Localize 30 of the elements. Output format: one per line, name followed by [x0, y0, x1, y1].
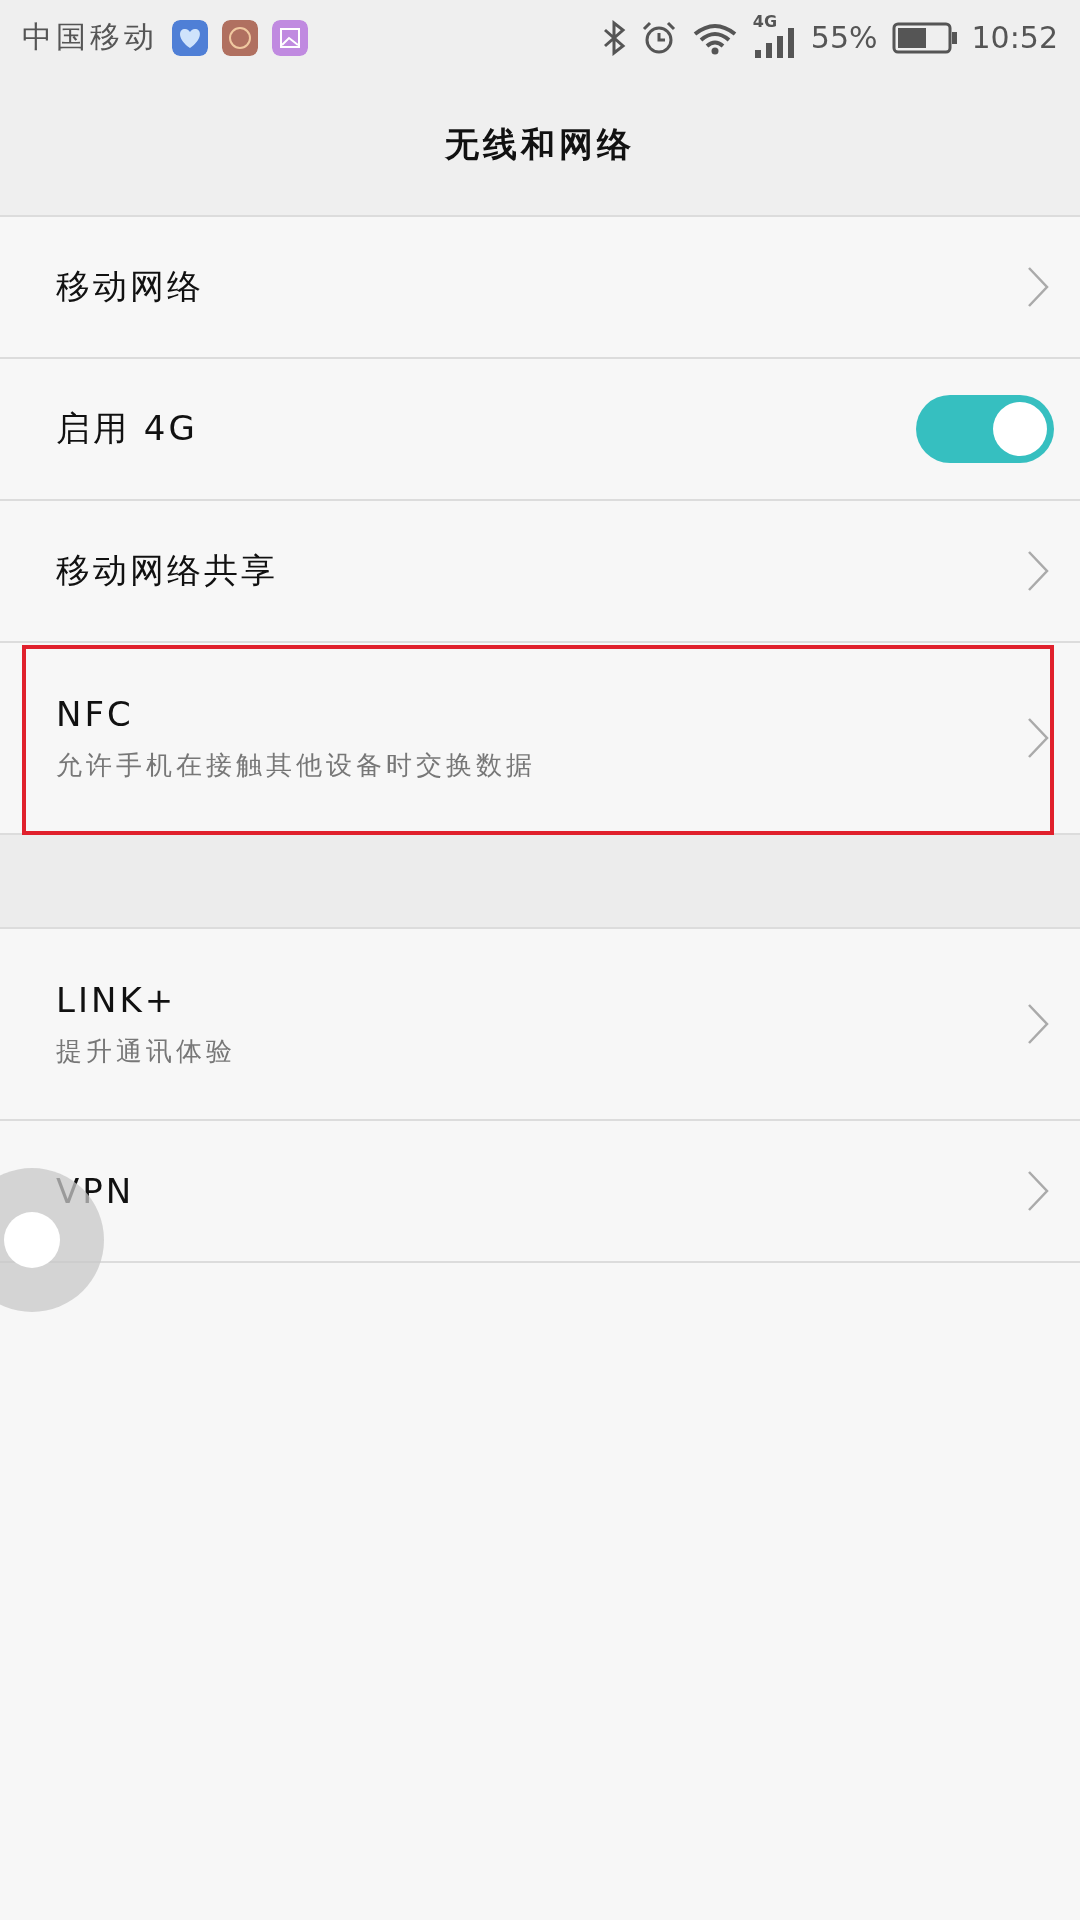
alarm-clock-icon — [640, 19, 677, 56]
chevron-right-icon — [1026, 716, 1050, 760]
setting-title: NFC — [56, 693, 135, 734]
page-title: 无线和网络 — [445, 123, 635, 166]
setting-title: 移动网络 — [56, 265, 205, 308]
heart-app-icon — [172, 19, 208, 56]
chevron-right-icon — [1026, 1169, 1050, 1213]
setting-description: 允许手机在接触其他设备时交换数据 — [56, 748, 537, 782]
setting-row[interactable]: 移动网络共享 — [0, 501, 1080, 641]
chevron-right-icon — [1026, 265, 1050, 309]
setting-title: VPN — [56, 1171, 136, 1211]
setting-row[interactable]: NFC 允许手机在接触其他设备时交换数据 — [0, 643, 1080, 833]
chevron-right-icon — [1026, 1002, 1050, 1046]
image-app-icon — [272, 19, 308, 56]
setting-row[interactable]: 启用 4G — [0, 359, 1080, 499]
setting-title: LINK+ — [56, 979, 178, 1020]
setting-row[interactable]: LINK+ 提升通讯体验 — [0, 929, 1080, 1119]
setting-description: 提升通讯体验 — [56, 1034, 237, 1068]
signal-icon — [752, 27, 797, 58]
setting-title: 移动网络共享 — [56, 549, 279, 592]
setting-title: 启用 4G — [56, 407, 199, 450]
battery-percent: 55% — [810, 20, 878, 55]
circle-app-icon — [222, 19, 258, 56]
carrier-name: 中国移动 — [22, 18, 158, 56]
network-type: 4G — [752, 11, 778, 31]
chevron-right-icon — [1026, 549, 1050, 593]
clock-time: 10:52 — [971, 20, 1058, 55]
battery-icon — [891, 21, 958, 54]
setting-row[interactable]: 移动网络 — [0, 217, 1080, 357]
setting-row[interactable]: VPN — [0, 1121, 1080, 1261]
